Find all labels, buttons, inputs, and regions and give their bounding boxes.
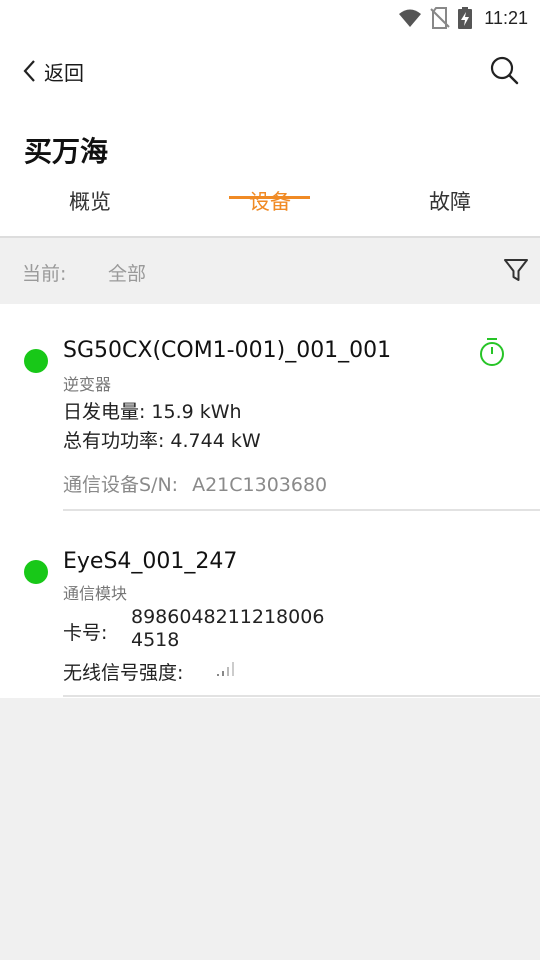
device-type: 逆变器	[63, 375, 112, 394]
device-name: EyeS4_001_247	[63, 549, 238, 574]
daily-energy-label: 日发电量:	[63, 401, 146, 423]
device-card-inverter[interactable]: SG50CX(COM1-001)_001_001 逆变器 日发电量: 15.9 k…	[0, 304, 540, 512]
filter-label: 当前:	[22, 263, 67, 285]
online-status-dot	[24, 349, 48, 373]
active-power-value: 4.744 kW	[170, 430, 261, 452]
comm-sn-row: 通信设备S/N: A21C1303680	[63, 470, 327, 497]
card-divider	[63, 695, 540, 697]
card-number-line-1: 8986048211218006	[131, 606, 325, 628]
comm-sn-label: 通信设备S/N:	[63, 474, 179, 496]
filter-icon[interactable]	[502, 256, 530, 284]
card-divider	[63, 509, 540, 511]
chevron-left-icon	[23, 60, 35, 82]
back-label: 返回	[44, 60, 84, 85]
active-tab-indicator	[229, 196, 310, 199]
card-number-value: 8986048211218006 4518	[131, 606, 324, 652]
card-number-line-2: 4518	[131, 629, 180, 651]
wifi-icon	[399, 9, 422, 27]
tab-faults[interactable]: 故障	[360, 180, 540, 236]
tab-bar: 概览 设备 故障	[0, 180, 540, 236]
no-sim-icon	[430, 7, 450, 29]
online-status-dot	[24, 560, 48, 584]
battery-charging-icon	[458, 7, 473, 29]
device-card-comm-module[interactable]: EyeS4_001_247 通信模块 卡号: 8986048211218006 …	[0, 512, 540, 698]
status-bar: 11:21	[0, 0, 540, 36]
timer-icon[interactable]	[478, 337, 506, 367]
page-title: 买万海	[24, 135, 109, 168]
filter-value[interactable]: 全部	[108, 259, 146, 286]
status-time: 11:21	[484, 7, 528, 28]
daily-energy-value: 15.9 kWh	[151, 401, 242, 423]
device-list: SG50CX(COM1-001)_001_001 逆变器 日发电量: 15.9 k…	[0, 304, 540, 698]
active-power-label: 总有功功率:	[63, 430, 165, 452]
card-number-label: 卡号:	[63, 622, 108, 644]
app-header: 返回 买万海 概览 设备 故障	[0, 36, 540, 236]
search-icon[interactable]	[488, 54, 520, 86]
tab-overview[interactable]: 概览	[0, 180, 180, 236]
tab-devices[interactable]: 设备	[180, 180, 360, 236]
signal-strength-icon	[217, 662, 234, 676]
device-type: 通信模块	[63, 584, 128, 603]
daily-energy-row: 日发电量: 15.9 kWh	[63, 397, 242, 424]
filter-bar: 当前: 全部	[0, 238, 540, 304]
comm-sn-value: A21C1303680	[192, 474, 328, 496]
back-button[interactable]: 返回	[22, 56, 84, 86]
device-name: SG50CX(COM1-001)_001_001	[63, 338, 392, 363]
active-power-row: 总有功功率: 4.744 kW	[63, 426, 261, 453]
signal-strength-label: 无线信号强度:	[63, 662, 184, 684]
